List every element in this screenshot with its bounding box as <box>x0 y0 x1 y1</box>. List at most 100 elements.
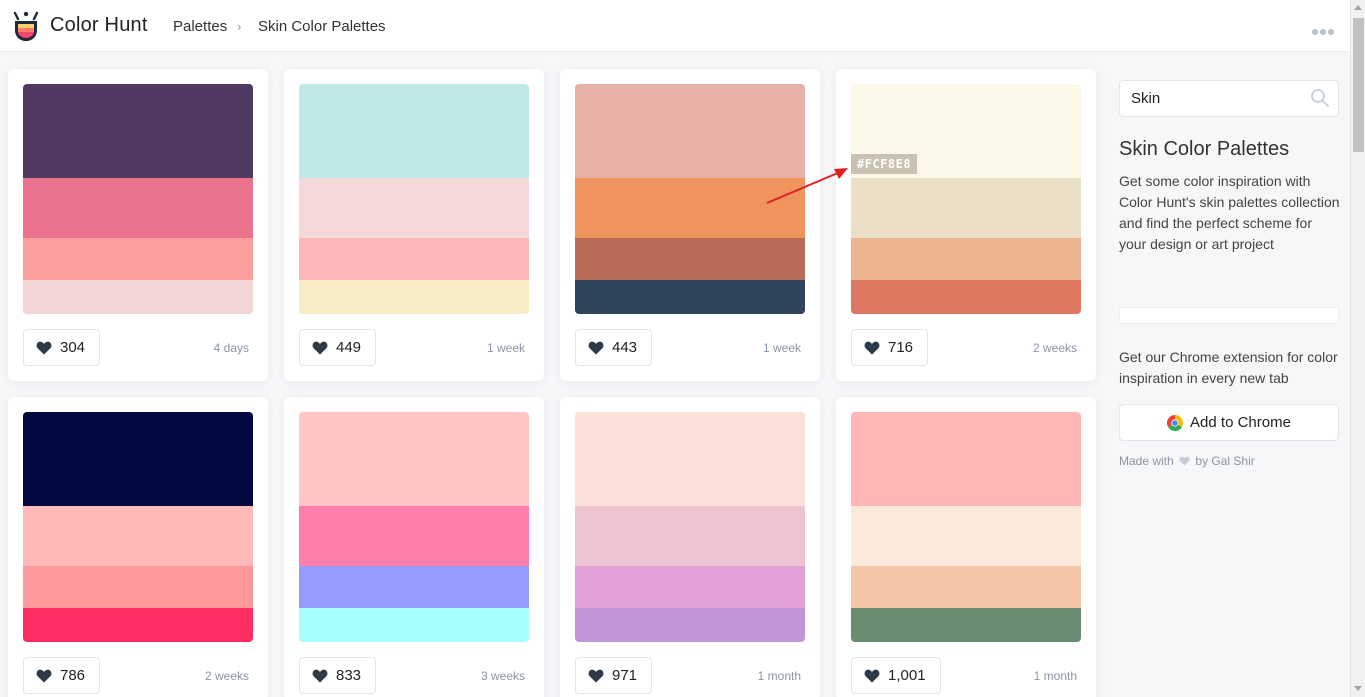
color-swatch[interactable] <box>23 506 253 566</box>
palette-card[interactable]: #FCF8E8 716 2 weeks <box>836 69 1096 381</box>
color-swatch[interactable] <box>851 280 1081 314</box>
page-scrollbar[interactable] <box>1350 0 1365 697</box>
color-swatch[interactable] <box>851 566 1081 608</box>
color-swatch[interactable] <box>851 412 1081 506</box>
like-button[interactable]: 443 <box>575 329 653 366</box>
palette-age: 2 weeks <box>1032 341 1077 355</box>
palette-swatches[interactable] <box>23 412 253 642</box>
heart-icon <box>864 669 880 682</box>
like-button[interactable]: 449 <box>299 329 377 366</box>
heart-icon <box>312 669 328 682</box>
palette-card[interactable]: 833 3 weeks <box>284 397 544 697</box>
like-count: 971 <box>612 667 638 684</box>
color-swatch[interactable] <box>299 506 529 566</box>
palette-age: 1 month <box>757 669 801 683</box>
palette-age: 1 week <box>486 341 525 355</box>
ad-slot <box>1119 307 1339 324</box>
color-swatch[interactable] <box>23 238 253 280</box>
heart-icon <box>864 341 880 354</box>
brand-name[interactable]: Color Hunt <box>50 14 148 37</box>
annotation-arrow <box>766 168 848 204</box>
color-swatch[interactable] <box>23 412 253 506</box>
heart-icon <box>312 341 328 354</box>
color-swatch[interactable] <box>23 608 253 642</box>
heart-icon <box>36 669 52 682</box>
color-swatch[interactable] <box>23 280 253 314</box>
color-swatch[interactable] <box>299 84 529 178</box>
color-swatch[interactable] <box>23 84 253 178</box>
color-swatch[interactable] <box>575 280 805 314</box>
like-button[interactable]: 716 <box>851 329 929 366</box>
color-swatch[interactable] <box>851 238 1081 280</box>
palette-swatches[interactable] <box>299 84 529 314</box>
color-swatch[interactable] <box>575 506 805 566</box>
like-button[interactable]: 304 <box>23 329 101 366</box>
top-header: Color Hunt Palettes › Skin Color Palette… <box>0 0 1350 52</box>
color-swatch[interactable] <box>299 566 529 608</box>
scroll-thumb[interactable] <box>1353 18 1364 152</box>
add-to-chrome-button[interactable]: Add to Chrome <box>1119 404 1339 441</box>
color-swatch[interactable] <box>851 506 1081 566</box>
like-count: 716 <box>888 339 914 356</box>
made-with-credit: Made with by Gal Shir <box>1119 454 1255 468</box>
heart-icon <box>588 669 604 682</box>
color-swatch[interactable] <box>23 178 253 238</box>
like-count: 833 <box>336 667 362 684</box>
palette-card[interactable]: 443 1 week <box>560 69 820 381</box>
hex-code-tooltip[interactable]: #FCF8E8 <box>851 154 918 174</box>
search-input[interactable]: Skin <box>1119 80 1339 117</box>
like-count: 304 <box>60 339 86 356</box>
color-swatch[interactable] <box>851 608 1081 642</box>
color-swatch[interactable] <box>575 608 805 642</box>
like-button[interactable]: 971 <box>575 657 653 694</box>
like-count: 449 <box>336 339 362 356</box>
sidebar-title: Skin Color Palettes <box>1119 138 1290 160</box>
logo-icon[interactable] <box>12 10 40 42</box>
palette-age: 1 month <box>1033 669 1077 683</box>
scroll-up-arrow-icon[interactable] <box>1354 5 1362 10</box>
search-icon[interactable] <box>1310 88 1330 108</box>
palette-swatches[interactable] <box>851 412 1081 642</box>
heart-icon <box>36 341 52 354</box>
search-value[interactable]: Skin <box>1131 90 1160 107</box>
extension-text: Get our Chrome extension for color inspi… <box>1119 349 1338 386</box>
palette-age: 3 weeks <box>480 669 525 683</box>
palette-card[interactable]: 449 1 week <box>284 69 544 381</box>
color-swatch[interactable] <box>299 608 529 642</box>
color-swatch[interactable] <box>299 238 529 280</box>
like-button[interactable]: 833 <box>299 657 377 694</box>
color-swatch[interactable] <box>575 238 805 280</box>
sidebar-description: Get some color inspiration with Color Hu… <box>1119 173 1340 252</box>
color-swatch[interactable] <box>575 566 805 608</box>
color-swatch[interactable] <box>575 412 805 506</box>
palette-card[interactable]: 304 4 days <box>8 69 268 381</box>
palette-card[interactable]: 971 1 month <box>560 397 820 697</box>
color-swatch[interactable] <box>299 178 529 238</box>
palette-swatches[interactable]: #FCF8E8 <box>851 84 1081 314</box>
chrome-icon <box>1167 414 1184 431</box>
like-count: 1,001 <box>888 667 926 684</box>
palette-swatches[interactable] <box>23 84 253 314</box>
palette-swatches[interactable] <box>299 412 529 642</box>
scroll-down-arrow-icon[interactable] <box>1354 686 1362 691</box>
color-swatch[interactable] <box>299 280 529 314</box>
palette-age: 2 weeks <box>204 669 249 683</box>
palette-age: 4 days <box>213 341 249 355</box>
more-options-icon[interactable] <box>1312 22 1338 35</box>
color-swatch[interactable] <box>23 566 253 608</box>
like-button[interactable]: 786 <box>23 657 101 694</box>
breadcrumb-current[interactable]: Skin Color Palettes <box>258 18 386 35</box>
heart-icon <box>1179 456 1190 466</box>
breadcrumb-separator: › <box>237 19 242 34</box>
like-count: 443 <box>612 339 638 356</box>
like-button[interactable]: 1,001 <box>851 657 941 694</box>
made-with-prefix: Made with <box>1119 454 1174 468</box>
color-swatch[interactable] <box>299 412 529 506</box>
breadcrumb-palettes[interactable]: Palettes <box>173 18 227 35</box>
palette-swatches[interactable] <box>575 412 805 642</box>
like-count: 786 <box>60 667 86 684</box>
palette-card[interactable]: 1,001 1 month <box>836 397 1096 697</box>
palette-card[interactable]: 786 2 weeks <box>8 397 268 697</box>
made-with-author[interactable]: by Gal Shir <box>1195 454 1254 468</box>
color-swatch[interactable] <box>851 178 1081 238</box>
